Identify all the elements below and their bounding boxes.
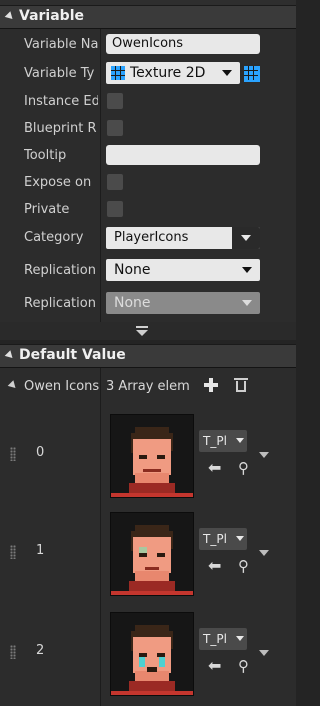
chevron-down-icon (242, 267, 252, 273)
use-selected-arrow-icon[interactable]: ⬅ (208, 658, 221, 674)
owen-face-icon (129, 427, 175, 493)
private-checkbox[interactable] (107, 201, 123, 217)
replication-value: None (114, 262, 151, 278)
field-label: Expose on (24, 175, 92, 190)
chevron-down-icon (222, 70, 232, 76)
default-value-section-header[interactable]: Default Value (0, 344, 296, 368)
variable-section-header[interactable]: Variable (0, 5, 296, 29)
field-label: Blueprint R (24, 121, 97, 136)
texture-thumbnail[interactable] (110, 512, 194, 596)
variable-type-row: Variable Ty Texture 2D (0, 62, 296, 86)
asset-picker-dropdown[interactable]: T_Pl (199, 528, 247, 550)
owen-face-icon (129, 625, 175, 691)
drag-handle-icon[interactable] (10, 447, 16, 461)
field-label: Replication (24, 296, 96, 311)
browse-search-icon[interactable]: ⚲ (238, 558, 249, 574)
plus-icon-v (209, 378, 213, 392)
element-index: 2 (36, 643, 45, 658)
element-options-chevron-icon[interactable] (259, 650, 269, 656)
trash-icon (236, 381, 246, 392)
asset-picker-dropdown[interactable]: T_Pl (199, 430, 247, 452)
chevron-down-icon (236, 636, 244, 641)
variable-type-dropdown[interactable]: Texture 2D (106, 62, 240, 84)
browse-search-icon[interactable]: ⚲ (238, 460, 249, 476)
container-type-grid-icon[interactable] (244, 66, 260, 82)
category-row: Category PlayerIcons (0, 227, 296, 249)
expose-on-spawn-checkbox[interactable] (107, 174, 123, 190)
type-grid-icon (111, 66, 125, 80)
chevron-down-icon (236, 438, 244, 443)
field-label: Private (24, 202, 70, 217)
element-options-chevron-icon[interactable] (259, 550, 269, 556)
asset-color-bar (111, 493, 193, 497)
drag-handle-icon[interactable] (10, 645, 16, 659)
replication-dropdown[interactable]: None (106, 259, 260, 281)
array-element-row: 1 T_Pl ⬅ ⚲ (0, 508, 296, 598)
section-title: Variable (19, 8, 84, 24)
owen-face-icon (129, 525, 175, 591)
array-element-row: 0 T_Pl ⬅ ⚲ (0, 410, 296, 500)
replication-condition-row: Replication None (0, 292, 296, 316)
element-index: 0 (36, 445, 45, 460)
element-options-chevron-icon[interactable] (259, 452, 269, 458)
asset-color-bar (111, 591, 193, 595)
replication-condition-dropdown: None (106, 292, 260, 314)
expand-advanced-icon (136, 326, 148, 328)
advanced-expander[interactable] (0, 322, 296, 340)
chevron-down-icon (242, 300, 252, 306)
clear-array-button[interactable] (234, 377, 248, 393)
asset-color-bar (111, 691, 193, 695)
chevron-down-icon (241, 235, 251, 241)
array-count: 3 Array elem (106, 379, 190, 394)
instance-editable-row: Instance Ed (0, 92, 296, 112)
field-label: Replication (24, 263, 96, 278)
blueprint-readonly-row: Blueprint R (0, 119, 296, 139)
use-selected-arrow-icon[interactable]: ⬅ (208, 460, 221, 476)
tooltip-input[interactable] (106, 145, 260, 165)
texture-thumbnail[interactable] (110, 612, 194, 696)
texture-thumbnail[interactable] (110, 414, 194, 498)
variable-name-input[interactable]: OwenIcons (106, 34, 260, 54)
tooltip-row: Tooltip (0, 145, 296, 167)
array-expand-arrow-icon[interactable] (7, 380, 19, 391)
asset-name: T_Pl (203, 532, 227, 546)
chevron-down-icon (236, 536, 244, 541)
category-value: PlayerIcons (114, 230, 189, 245)
private-row: Private (0, 200, 296, 220)
element-index: 1 (36, 543, 45, 558)
array-label: Owen Icons (24, 379, 100, 394)
array-header-row: Owen Icons 3 Array elem (0, 376, 296, 398)
type-value: Texture 2D (130, 65, 206, 81)
asset-picker-dropdown[interactable]: T_Pl (199, 628, 247, 650)
field-label: Variable Na (24, 37, 98, 52)
collapse-arrow-icon (4, 11, 16, 22)
field-label: Instance Ed (24, 94, 98, 109)
trash-icon-lid (234, 378, 248, 380)
field-label: Tooltip (24, 148, 67, 163)
browse-search-icon[interactable]: ⚲ (238, 658, 249, 674)
instance-editable-checkbox[interactable] (107, 93, 123, 109)
replication-row: Replication None (0, 259, 296, 283)
add-element-button[interactable] (204, 378, 218, 392)
expand-arrow-icon (136, 330, 148, 336)
collapse-arrow-icon (4, 350, 16, 361)
field-label: Variable Ty (24, 66, 95, 81)
blueprint-readonly-checkbox[interactable] (107, 120, 123, 136)
variable-name-row: Variable Na OwenIcons (0, 34, 296, 56)
field-label: Category (24, 230, 84, 245)
combobox-button[interactable] (232, 227, 260, 249)
replication-condition-value: None (114, 295, 151, 311)
section-title: Default Value (19, 347, 126, 363)
use-selected-arrow-icon[interactable]: ⬅ (208, 558, 221, 574)
array-element-row: 2 T_Pl ⬅ ⚲ (0, 608, 296, 698)
expose-on-spawn-row: Expose on (0, 173, 296, 193)
category-combobox[interactable]: PlayerIcons (106, 227, 260, 249)
asset-name: T_Pl (203, 632, 227, 646)
drag-handle-icon[interactable] (10, 545, 16, 559)
asset-name: T_Pl (203, 434, 227, 448)
